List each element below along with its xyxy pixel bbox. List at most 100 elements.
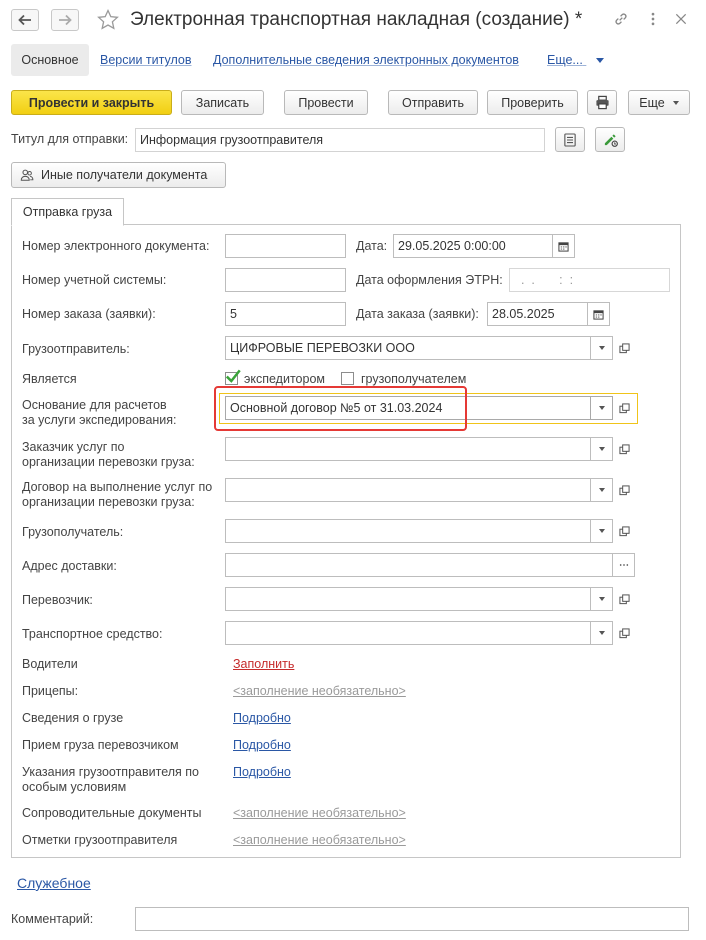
back-button[interactable]: [11, 9, 39, 31]
link-icon[interactable]: [612, 10, 630, 28]
carrier-label: Перевозчик:: [22, 593, 93, 607]
carrier-input[interactable]: [225, 587, 591, 611]
shipper-open-button[interactable]: [613, 336, 635, 360]
customer-dropdown-button[interactable]: [591, 437, 613, 461]
vehicle-input[interactable]: [225, 621, 591, 645]
edit-signature-button[interactable]: [595, 127, 625, 152]
open-window-icon: [618, 627, 630, 638]
accompanying-docs-label: Сопроводительные документы: [22, 806, 202, 820]
chevron-down-icon: [598, 529, 605, 533]
doc-number-input[interactable]: [225, 234, 346, 258]
instructions-label-line2: особым условиям: [22, 780, 127, 794]
tab-title-versions[interactable]: Версии титулов: [100, 44, 192, 76]
title-for-sending-field[interactable]: Информация грузоотправителя: [135, 128, 545, 152]
carrier-dropdown-button[interactable]: [591, 587, 613, 611]
address-select-button[interactable]: [613, 553, 635, 577]
chevron-down-icon: [598, 346, 605, 350]
shipper-input[interactable]: ЦИФРОВЫЕ ПЕРЕВОЗКИ ООО: [225, 336, 591, 360]
document-list-button[interactable]: [555, 127, 585, 152]
order-date-label: Дата заказа (заявки):: [356, 307, 479, 321]
etrn-date-input: . . : :: [509, 268, 670, 292]
post-and-close-button[interactable]: Провести и закрыть: [11, 90, 172, 115]
chevron-down-icon: [596, 58, 605, 64]
open-window-icon: [618, 484, 630, 495]
order-number-label: Номер заказа (заявки):: [22, 307, 156, 321]
trailers-label: Прицепы:: [22, 684, 79, 698]
tab-more[interactable]: Еще...: [547, 44, 605, 76]
vehicle-open-button[interactable]: [613, 621, 635, 645]
service-section-link[interactable]: Служебное: [17, 875, 91, 891]
contract-dropdown-button[interactable]: [591, 478, 613, 502]
basis-label-line1: Основание для расчетов: [22, 398, 167, 412]
order-number-input[interactable]: 5: [225, 302, 346, 326]
vehicle-dropdown-button[interactable]: [591, 621, 613, 645]
users-icon: [20, 169, 34, 181]
doc-number-label: Номер электронного документа:: [22, 239, 210, 253]
send-button[interactable]: Отправить: [388, 90, 478, 115]
consignee-checkbox[interactable]: [341, 372, 354, 385]
forward-button[interactable]: [51, 9, 79, 31]
arrow-left-icon: [18, 14, 31, 26]
comment-label: Комментарий:: [11, 912, 94, 926]
date-calendar-button[interactable]: [553, 234, 575, 258]
forwarder-checkbox[interactable]: [225, 369, 241, 385]
consignee-checkbox-label[interactable]: грузополучателем: [361, 372, 466, 387]
close-icon[interactable]: [672, 10, 690, 28]
forwarder-checkbox-label[interactable]: экспедитором: [244, 372, 325, 387]
chevron-down-icon: [598, 488, 605, 492]
accompanying-docs-link[interactable]: <заполнение необязательно>: [233, 806, 406, 820]
printer-icon: [595, 95, 609, 110]
drivers-fill-link[interactable]: Заполнить: [233, 657, 294, 671]
consignee-dropdown-button[interactable]: [591, 519, 613, 543]
basis-open-button[interactable]: [613, 396, 635, 420]
basis-dropdown-button[interactable]: [591, 396, 613, 420]
title-for-sending-label: Титул для отправки:: [11, 132, 129, 146]
open-window-icon: [618, 342, 630, 353]
open-window-icon: [618, 593, 630, 604]
cargo-info-link[interactable]: Подробно: [233, 711, 291, 725]
carrier-reception-link[interactable]: Подробно: [233, 738, 291, 752]
address-input[interactable]: [225, 553, 613, 577]
contract-label-line2: организации перевозки груза:: [22, 495, 195, 509]
instructions-link[interactable]: Подробно: [233, 765, 291, 779]
annotation-highlight-box: [214, 386, 467, 431]
check-button[interactable]: Проверить: [487, 90, 578, 115]
save-button[interactable]: Записать: [181, 90, 264, 115]
tab-shipment[interactable]: Отправка груза: [11, 198, 124, 226]
tab-additional-info[interactable]: Дополнительные сведения электронных доку…: [213, 44, 519, 76]
order-date-calendar-button[interactable]: [588, 302, 610, 326]
contract-input[interactable]: [225, 478, 591, 502]
account-number-input[interactable]: [225, 268, 346, 292]
consignee-input[interactable]: [225, 519, 591, 543]
window-title: Электронная транспортная накладная (созд…: [130, 9, 583, 30]
shipper-marks-link[interactable]: <заполнение необязательно>: [233, 833, 406, 847]
favorite-star-icon[interactable]: [96, 8, 120, 32]
calendar-icon: [558, 241, 569, 252]
post-button[interactable]: Провести: [284, 90, 368, 115]
account-number-label: Номер учетной системы:: [22, 273, 167, 287]
other-recipients-button[interactable]: Иные получатели документа: [11, 162, 226, 188]
customer-open-button[interactable]: [613, 437, 635, 461]
customer-label-line1: Заказчик услуг по: [22, 440, 125, 454]
is-label: Является: [22, 372, 77, 386]
contract-open-button[interactable]: [613, 478, 635, 502]
consignee-open-button[interactable]: [613, 519, 635, 543]
customer-label-line2: организации перевозки груза:: [22, 455, 195, 469]
date-input[interactable]: 29.05.2025 0:00:00: [393, 234, 553, 258]
more-actions-button[interactable]: Еще: [628, 90, 690, 115]
more-menu-icon[interactable]: [644, 10, 662, 28]
carrier-reception-label: Прием груза перевозчиком: [22, 738, 179, 752]
edit-pencil-icon: [604, 134, 618, 147]
basis-label-line2: за услуги экспедирования:: [22, 413, 177, 427]
chevron-down-icon: [598, 406, 605, 410]
open-window-icon: [618, 402, 630, 413]
comment-input[interactable]: [135, 907, 689, 931]
order-date-input[interactable]: 28.05.2025: [487, 302, 588, 326]
document-list-icon: [564, 132, 576, 147]
tab-main[interactable]: Основное: [11, 44, 89, 76]
customer-input[interactable]: [225, 437, 591, 461]
carrier-open-button[interactable]: [613, 587, 635, 611]
shipper-dropdown-button[interactable]: [591, 336, 613, 360]
print-button[interactable]: [587, 90, 617, 115]
trailers-optional-link[interactable]: <заполнение необязательно>: [233, 684, 406, 698]
